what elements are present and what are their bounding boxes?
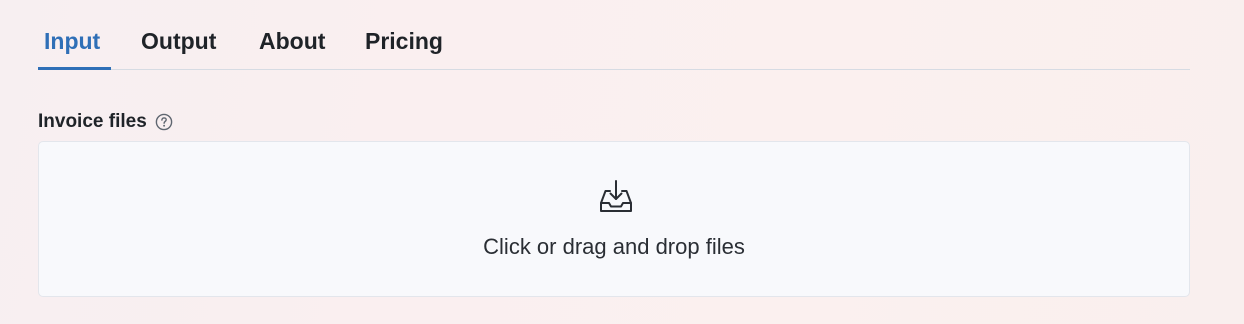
tab-about[interactable]: About <box>259 18 325 70</box>
tab-input[interactable]: Input <box>44 18 100 70</box>
question-circle-icon[interactable] <box>155 113 173 131</box>
tab-pricing[interactable]: Pricing <box>365 18 443 70</box>
tab-output[interactable]: Output <box>141 18 216 70</box>
download-tray-icon <box>597 178 635 214</box>
dropzone-instructions: Click or drag and drop files <box>483 234 745 259</box>
field-label: Invoice files <box>38 111 147 132</box>
invoice-files-label-row: Invoice files <box>38 108 173 136</box>
tab-bar: Input Output About Pricing <box>38 18 1190 70</box>
file-dropzone[interactable]: Click or drag and drop files <box>38 141 1190 297</box>
active-tab-indicator <box>38 67 111 70</box>
